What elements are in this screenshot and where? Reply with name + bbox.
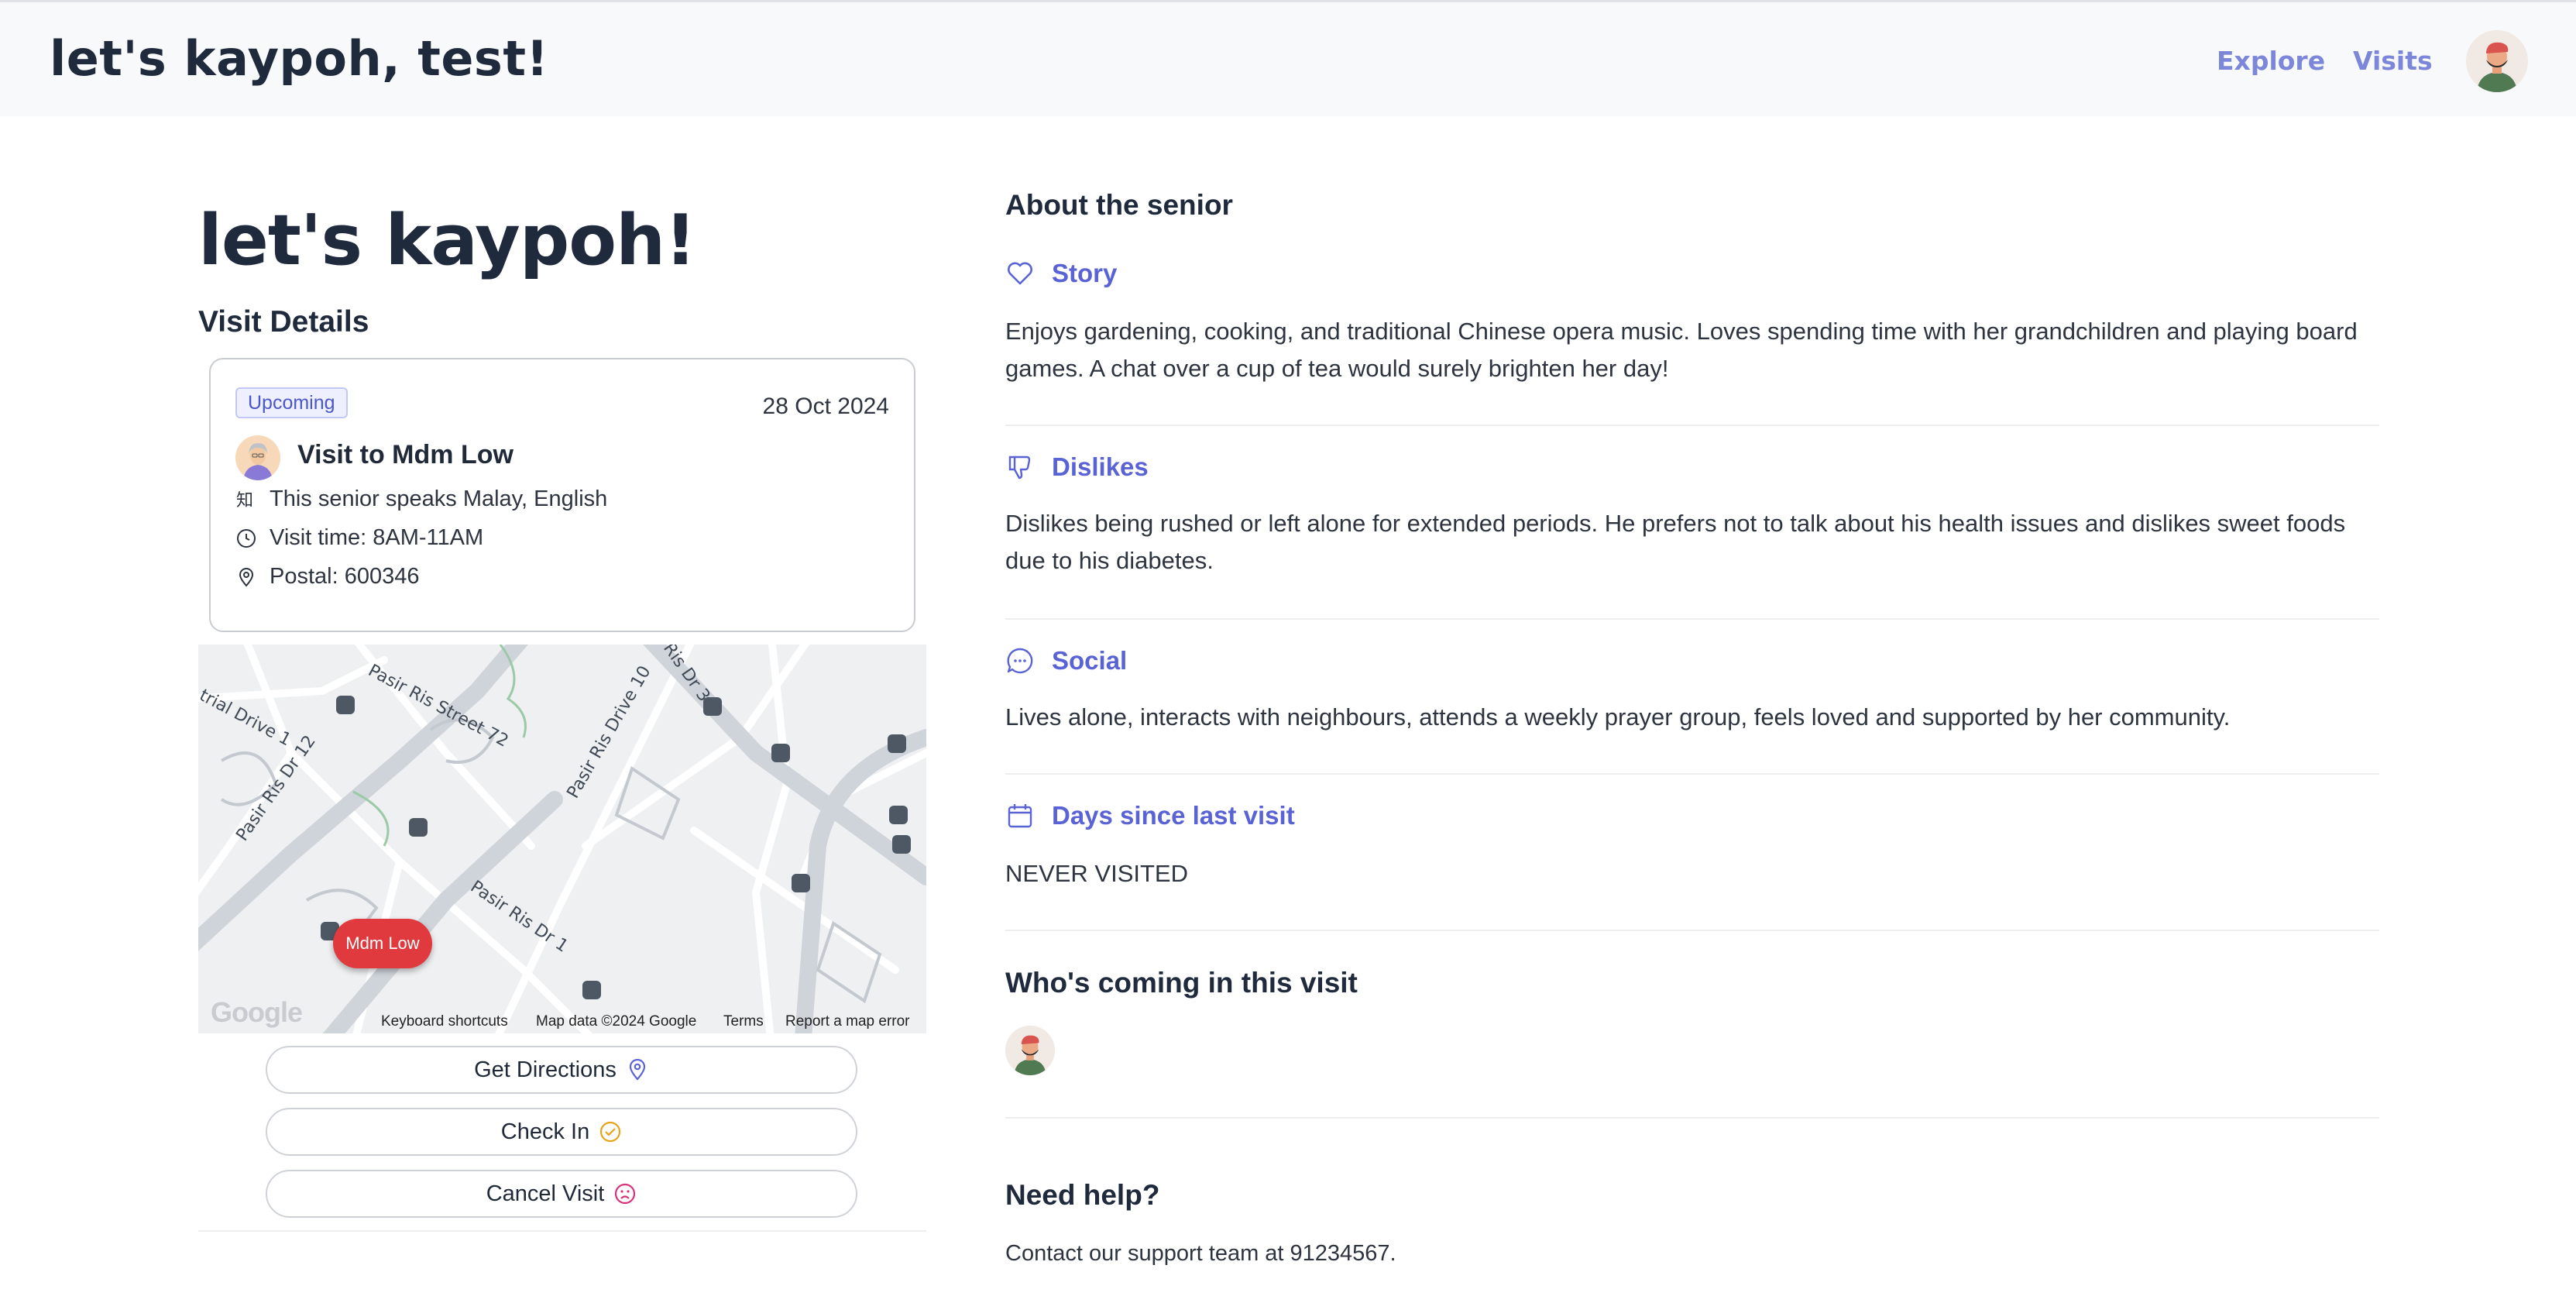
- nav-explore-link[interactable]: Explore: [2217, 46, 2325, 76]
- thumbs-down-icon: [1005, 452, 1035, 482]
- story-heading: Story: [1005, 259, 1117, 288]
- person-avatar-icon: [1005, 1026, 1055, 1075]
- social-heading: Social: [1005, 646, 1127, 676]
- dislikes-text: Dislikes being rushed or left alone for …: [1005, 510, 2346, 574]
- postal-row: Postal: 600346: [235, 564, 419, 590]
- top-navbar: let's kaypoh, test! Explore Visits: [0, 0, 2576, 116]
- language-icon: 知: [235, 489, 257, 511]
- get-directions-label: Get Directions: [474, 1057, 617, 1082]
- time-row: Visit time: 8AM-11AM: [235, 525, 483, 551]
- social-text: Lives alone, interacts with neighbours, …: [1005, 703, 2231, 731]
- divider: [1005, 425, 2379, 426]
- social-heading-label: Social: [1052, 646, 1128, 675]
- calendar-icon: [1005, 801, 1035, 830]
- check-in-button[interactable]: Check In: [266, 1108, 857, 1156]
- elderly-woman-icon: [235, 435, 280, 480]
- brand-title[interactable]: let's kaypoh, test!: [50, 30, 548, 87]
- attendee-avatar[interactable]: [1005, 1026, 1055, 1075]
- check-in-label: Check In: [500, 1119, 590, 1144]
- clock-icon: [235, 528, 257, 549]
- keyboard-shortcuts-link[interactable]: Keyboard shortcuts: [381, 1013, 508, 1030]
- map-footer: Keyboard shortcuts Map data ©2024 Google…: [198, 1012, 926, 1033]
- sad-face-icon: [613, 1182, 637, 1205]
- languages-row: 知 This senior speaks Malay, English: [235, 486, 607, 512]
- cancel-visit-button[interactable]: Cancel Visit: [266, 1170, 857, 1218]
- nav-visits-link[interactable]: Visits: [2353, 46, 2433, 76]
- dislikes-heading: Dislikes: [1005, 452, 1149, 482]
- visit-time-text: Visit time: 8AM-11AM: [270, 525, 484, 550]
- whos-coming-title: Who's coming in this visit: [1005, 967, 1358, 999]
- story-heading-label: Story: [1052, 259, 1118, 287]
- visit-card[interactable]: Upcoming 28 Oct 2024 Visit to Mdm Low 知 …: [209, 358, 915, 632]
- days-text: NEVER VISITED: [1005, 860, 1188, 887]
- days-heading-label: Days since last visit: [1052, 801, 1295, 830]
- map-marker[interactable]: Mdm Low: [333, 919, 432, 968]
- location-pin-icon: [626, 1058, 649, 1081]
- postal-text: Postal: 600346: [270, 564, 420, 589]
- page-title: let's kaypoh!: [198, 200, 696, 281]
- divider: [1005, 773, 2379, 775]
- visit-date: 28 Oct 2024: [762, 394, 889, 419]
- map-streets: trial Drive 1 Pasir Ris Dr 12 Pasir Ris …: [198, 645, 926, 1033]
- cancel-visit-label: Cancel Visit: [486, 1181, 605, 1206]
- map-pin-icon: [235, 566, 257, 588]
- get-directions-button[interactable]: Get Directions: [266, 1046, 857, 1094]
- heart-icon: [1005, 259, 1035, 288]
- terms-link[interactable]: Terms: [723, 1013, 764, 1030]
- chat-bubble-icon: [1005, 646, 1035, 676]
- languages-text: This senior speaks Malay, English: [270, 486, 608, 511]
- map-view[interactable]: trial Drive 1 Pasir Ris Dr 12 Pasir Ris …: [198, 645, 926, 1033]
- visit-details-title: Visit Details: [198, 305, 369, 339]
- divider: [1005, 1117, 2379, 1119]
- check-circle-icon: [599, 1120, 622, 1143]
- about-senior-title: About the senior: [1005, 189, 1233, 221]
- dislikes-heading-label: Dislikes: [1052, 452, 1149, 481]
- map-data-text: Map data ©2024 Google: [536, 1013, 697, 1030]
- report-map-error-link[interactable]: Report a map error: [785, 1013, 910, 1030]
- days-heading: Days since last visit: [1005, 801, 1295, 830]
- senior-avatar: [235, 435, 280, 480]
- svg-text:知: 知: [236, 491, 253, 510]
- person-avatar-icon: [2466, 30, 2528, 92]
- divider: [1005, 930, 2379, 931]
- visit-title: Visit to Mdm Low: [297, 440, 513, 469]
- story-text: Enjoys gardening, cooking, and tradition…: [1005, 318, 2358, 382]
- need-help-title: Need help?: [1005, 1179, 1160, 1211]
- support-contact-text: Contact our support team at 91234567.: [1005, 1241, 1396, 1266]
- divider: [1005, 618, 2379, 620]
- status-badge: Upcoming: [235, 387, 348, 418]
- user-avatar[interactable]: [2466, 30, 2528, 92]
- divider: [198, 1230, 926, 1232]
